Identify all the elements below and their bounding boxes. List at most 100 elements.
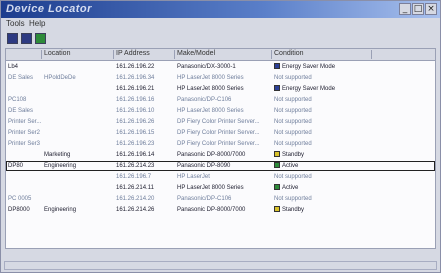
- cell-condition-text: Standby: [282, 207, 305, 213]
- cell-model-text: Panasonic DP-8000/7000: [177, 207, 246, 213]
- cell-location-text: HPoldDeDe: [44, 75, 76, 81]
- cell-name-text: Printer Ser2: [8, 130, 41, 136]
- table-row[interactable]: DP80 Engineering 161.26.214.23 Panasonic DP…: [6, 161, 435, 171]
- table-row[interactable]: Marketing 161.26.196.14 Panasonic DP-8000/…: [6, 150, 435, 160]
- cell-name: DE Sales: [8, 107, 42, 115]
- table-row[interactable]: 161.26.196.21 HP LaserJet 8000 Series Ener…: [6, 84, 435, 94]
- status-green-icon: [274, 184, 280, 191]
- cell-condition-text: Active: [282, 185, 299, 191]
- column-header-name[interactable]: [6, 50, 42, 59]
- device-list[interactable]: Location IP Address Make/Model Condition…: [5, 48, 436, 249]
- cell-condition: Not supported: [274, 140, 374, 148]
- cell-model: Panasonic/DP-C106: [177, 96, 271, 104]
- cell-ip: 161.26.196.26: [116, 118, 174, 126]
- table-row[interactable]: Lb4 161.26.196.22 Panasonic/DX-3000-1 Energ…: [6, 62, 435, 72]
- cell-model-text: HP LaserJet 8000 Series: [177, 75, 244, 81]
- status-blue-icon: [274, 85, 280, 92]
- cell-name-text: DE Sales: [8, 108, 34, 114]
- cell-condition: Not supported: [274, 118, 374, 126]
- table-row[interactable]: DE Sales 161.26.196.10 HP LaserJet 8000 Se…: [6, 106, 435, 116]
- cell-condition-text: Not supported: [274, 75, 312, 81]
- window-controls: _ □ ×: [399, 3, 437, 15]
- cell-ip-text: 161.26.196.34: [116, 75, 155, 81]
- table-row[interactable]: PC108 161.26.196.16 Panasonic/DP-C106 Not s…: [6, 95, 435, 105]
- cell-name-text: PC108: [8, 97, 27, 103]
- cell-model: Panasonic/DP-C106: [177, 195, 271, 203]
- cell-name: DE Sales: [8, 74, 42, 82]
- menu-tools[interactable]: Tools: [6, 19, 25, 28]
- cell-model: DP Fiery Color Printer Server...: [177, 118, 271, 126]
- table-row[interactable]: DP8000 Engineering 161.26.214.26 Panasonic …: [6, 205, 435, 215]
- cell-name-text: Printer Ser3: [8, 141, 41, 147]
- cell-model: HP LaserJet: [177, 173, 271, 181]
- cell-model: HP LaserJet 8000 Series: [177, 107, 271, 115]
- column-header-condition[interactable]: Condition: [272, 50, 372, 59]
- cell-ip: 161.26.196.10: [116, 107, 174, 115]
- toolbar: [1, 31, 440, 47]
- cell-ip: 161.26.196.22: [116, 63, 174, 71]
- cell-condition: Energy Saver Mode: [274, 63, 374, 71]
- cell-ip-text: 161.26.196.10: [116, 108, 155, 114]
- table-row[interactable]: Printer Ser... 161.26.196.26 DP Fiery Colo…: [6, 117, 435, 127]
- app-window: Device Locator _ □ × Tools Help Location…: [0, 0, 441, 273]
- window-title: Device Locator: [6, 3, 92, 15]
- minimize-button[interactable]: _: [399, 3, 411, 15]
- properties-button[interactable]: [35, 33, 46, 44]
- column-header-location[interactable]: Location: [42, 50, 114, 59]
- cell-condition: Standby: [274, 151, 374, 159]
- cell-location-text: Engineering: [44, 207, 77, 213]
- cell-ip-text: 161.26.196.15: [116, 130, 155, 136]
- cell-name: PC108: [8, 96, 42, 104]
- cell-name: Printer Ser3: [8, 140, 42, 148]
- cell-name-text: DP80: [8, 163, 24, 169]
- cell-ip: 161.26.214.26: [116, 206, 174, 214]
- cell-condition-text: Not supported: [274, 108, 312, 114]
- cell-model-text: HP LaserJet 8000 Series: [177, 86, 244, 92]
- cell-ip: 161.26.196.16: [116, 96, 174, 104]
- cell-location: Engineering: [44, 206, 112, 214]
- table-row[interactable]: Printer Ser3 161.26.196.23 DP Fiery Color …: [6, 139, 435, 149]
- cell-condition-text: Not supported: [274, 141, 312, 147]
- cell-condition: Active: [274, 184, 374, 192]
- table-row[interactable]: PC 0005 161.26.214.20 Panasonic/DP-C106 Not…: [6, 194, 435, 204]
- cell-model-text: DP Fiery Color Printer Server...: [177, 141, 260, 147]
- close-button[interactable]: ×: [425, 3, 437, 15]
- cell-ip-text: 161.26.196.14: [116, 152, 155, 158]
- status-yellow-icon: [274, 206, 280, 213]
- cell-name: DP8000: [8, 206, 42, 214]
- column-header-ip[interactable]: IP Address: [114, 50, 175, 59]
- title-bar[interactable]: Device Locator _ □ ×: [1, 1, 440, 18]
- table-row[interactable]: 161.26.196.7 HP LaserJet Not supported: [6, 172, 435, 182]
- table-row[interactable]: 161.26.214.11 HP LaserJet 8000 Series Acti…: [6, 183, 435, 193]
- cell-ip: 161.26.196.15: [116, 129, 174, 137]
- cell-name: DP80: [8, 162, 42, 170]
- table-row[interactable]: DE Sales HPoldDeDe 161.26.196.34 HP LaserJe…: [6, 73, 435, 83]
- cell-ip-text: 161.26.214.26: [116, 207, 155, 213]
- cell-model: Panasonic/DX-3000-1: [177, 63, 271, 71]
- maximize-button[interactable]: □: [412, 3, 424, 15]
- cell-condition: Not supported: [274, 173, 374, 181]
- status-field: [4, 261, 437, 270]
- cell-condition-text: Not supported: [274, 97, 312, 103]
- cell-ip-text: 161.26.196.26: [116, 119, 155, 125]
- cell-condition-text: Not supported: [274, 119, 312, 125]
- cell-model: HP LaserJet 8000 Series: [177, 184, 271, 192]
- cell-model: Panasonic DP-8000/7000: [177, 206, 271, 214]
- refresh-button[interactable]: [7, 33, 18, 44]
- table-row[interactable]: Printer Ser2 161.26.196.15 DP Fiery Color …: [6, 128, 435, 138]
- cell-ip-text: 161.26.196.7: [116, 174, 152, 180]
- cell-model-text: Panasonic/DP-C106: [177, 196, 232, 202]
- cell-name-text: DE Sales: [8, 75, 34, 81]
- status-bar: [1, 251, 440, 272]
- menu-help[interactable]: Help: [29, 19, 45, 28]
- cell-model: Panasonic DP-8000/7000: [177, 151, 271, 159]
- view-button[interactable]: [21, 33, 32, 44]
- cell-condition: Active: [274, 162, 374, 170]
- cell-model-text: Panasonic DP-8090: [177, 163, 231, 169]
- cell-ip-text: 161.26.214.11: [116, 185, 154, 191]
- column-header-model[interactable]: Make/Model: [175, 50, 272, 59]
- cell-name: Printer Ser...: [8, 118, 42, 126]
- cell-model: Panasonic DP-8090: [177, 162, 271, 170]
- cell-model: DP Fiery Color Printer Server...: [177, 129, 271, 137]
- cell-ip: 161.26.214.20: [116, 195, 174, 203]
